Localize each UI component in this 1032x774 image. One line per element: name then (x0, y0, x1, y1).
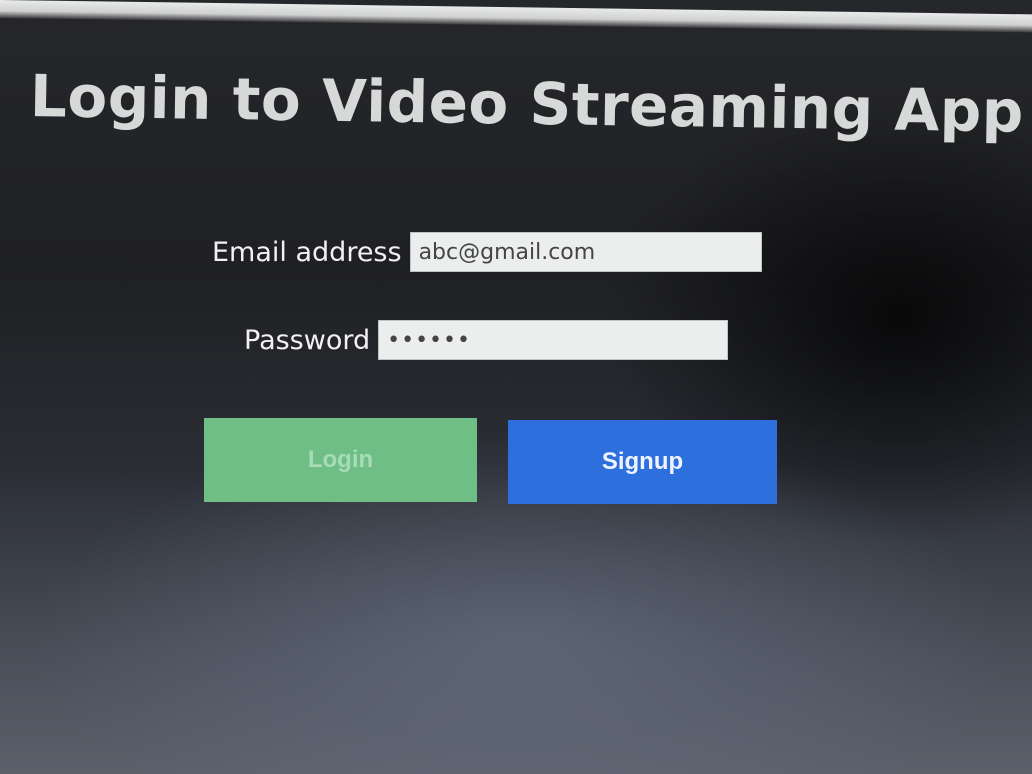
email-row: Email address (212, 232, 762, 272)
page-title: Login to Video Streaming App (29, 62, 1025, 146)
login-button[interactable]: Login (204, 418, 477, 502)
password-field[interactable] (378, 320, 729, 360)
password-row: Password (244, 320, 729, 360)
email-field[interactable] (409, 232, 762, 272)
login-screen: Login to Video Streaming App Email addre… (0, 0, 1032, 774)
signup-button[interactable]: Signup (508, 420, 777, 504)
password-label: Password (244, 324, 371, 356)
email-label: Email address (212, 236, 402, 268)
